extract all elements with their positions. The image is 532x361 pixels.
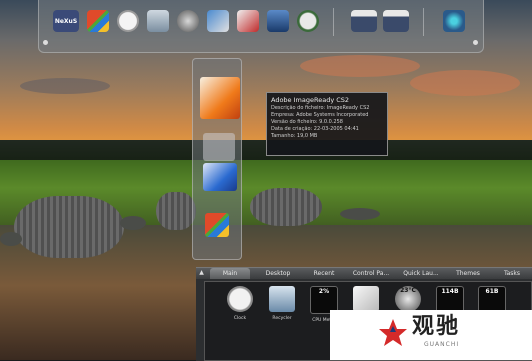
rock xyxy=(120,216,146,230)
recycle-bin-icon[interactable] xyxy=(147,10,169,32)
tab-quick-launch[interactable]: Quick Lau... xyxy=(398,268,444,279)
tooltip-line: Descrição do ficheiro: ImageReady CS2 xyxy=(271,105,370,111)
chevron-up-icon[interactable]: ▲ xyxy=(198,269,205,277)
tile-label: Recycler xyxy=(272,316,292,321)
weather-icon: 23°C xyxy=(395,286,421,312)
clock-icon[interactable] xyxy=(117,10,139,32)
file-info-tooltip: Adobe ImageReady CS2 Descrição do fichei… xyxy=(266,92,388,156)
tooltip-line: Data de criação: 22-03-2005 04:41 xyxy=(271,126,359,132)
camera-icon[interactable] xyxy=(237,10,259,32)
nexus-logo[interactable]: NeXuS xyxy=(53,10,79,32)
clock-icon xyxy=(227,286,253,312)
rock xyxy=(0,232,22,246)
tab-tasks[interactable]: Tasks xyxy=(494,268,530,279)
tile-clock[interactable]: Clock xyxy=(225,286,255,330)
tab-bar: ▲ Main Desktop Recent Control Pa... Quic… xyxy=(196,268,532,279)
tooltip-line: Versão do ficheiro: 9.0.0.258 xyxy=(271,119,343,125)
window-icon-2[interactable] xyxy=(383,10,409,32)
tooltip-line: Empresa: Adobe Systems Incorporated xyxy=(271,112,369,118)
recycle-bin-icon xyxy=(269,286,295,312)
tab-themes[interactable]: Themes xyxy=(448,268,488,279)
cloud xyxy=(20,78,110,94)
icon-stack xyxy=(192,58,242,260)
tab-main[interactable]: Main xyxy=(210,268,250,279)
settings-clock-icon[interactable] xyxy=(297,10,319,32)
dock-separator xyxy=(423,8,424,36)
watermark-logo xyxy=(379,319,407,346)
cloud xyxy=(300,55,420,77)
tab-desktop[interactable]: Desktop xyxy=(258,268,298,279)
tile-label: Clock xyxy=(233,316,247,321)
window-icon-1[interactable] xyxy=(351,10,377,32)
dock-corner-handle xyxy=(473,40,478,45)
mail-icon xyxy=(353,286,379,312)
watermark-text: 观驰 xyxy=(412,314,461,339)
photo-viewer-icon[interactable] xyxy=(207,10,229,32)
tab-recent[interactable]: Recent xyxy=(304,268,344,279)
culvert-pipe xyxy=(250,188,322,226)
culvert-pipe xyxy=(14,196,124,258)
tooltip-line: Tamanho: 19,0 MB xyxy=(271,133,318,139)
tab-control-panel[interactable]: Control Pa... xyxy=(348,268,394,279)
dock-separator xyxy=(333,8,334,36)
photoshop-icon[interactable] xyxy=(203,163,237,191)
rock xyxy=(340,208,380,220)
tooltip-title: Adobe ImageReady CS2 xyxy=(271,96,350,104)
globe-icon[interactable] xyxy=(177,10,199,32)
tile-recycler[interactable]: Recycler xyxy=(267,286,297,330)
imageready-icon[interactable] xyxy=(200,77,240,119)
top-dock: NeXuS xyxy=(38,0,484,53)
culvert-pipe xyxy=(156,192,196,230)
monitor-icon[interactable] xyxy=(267,10,289,32)
stack-placeholder-icon[interactable] xyxy=(203,133,235,161)
cloud xyxy=(410,70,520,96)
windows-setup-icon[interactable] xyxy=(205,213,229,237)
watermark-subtext: GUANCHI xyxy=(424,341,460,348)
dock-corner-handle xyxy=(43,40,48,45)
dock-settings-icon[interactable] xyxy=(443,10,465,32)
windows-icon[interactable] xyxy=(87,10,109,32)
